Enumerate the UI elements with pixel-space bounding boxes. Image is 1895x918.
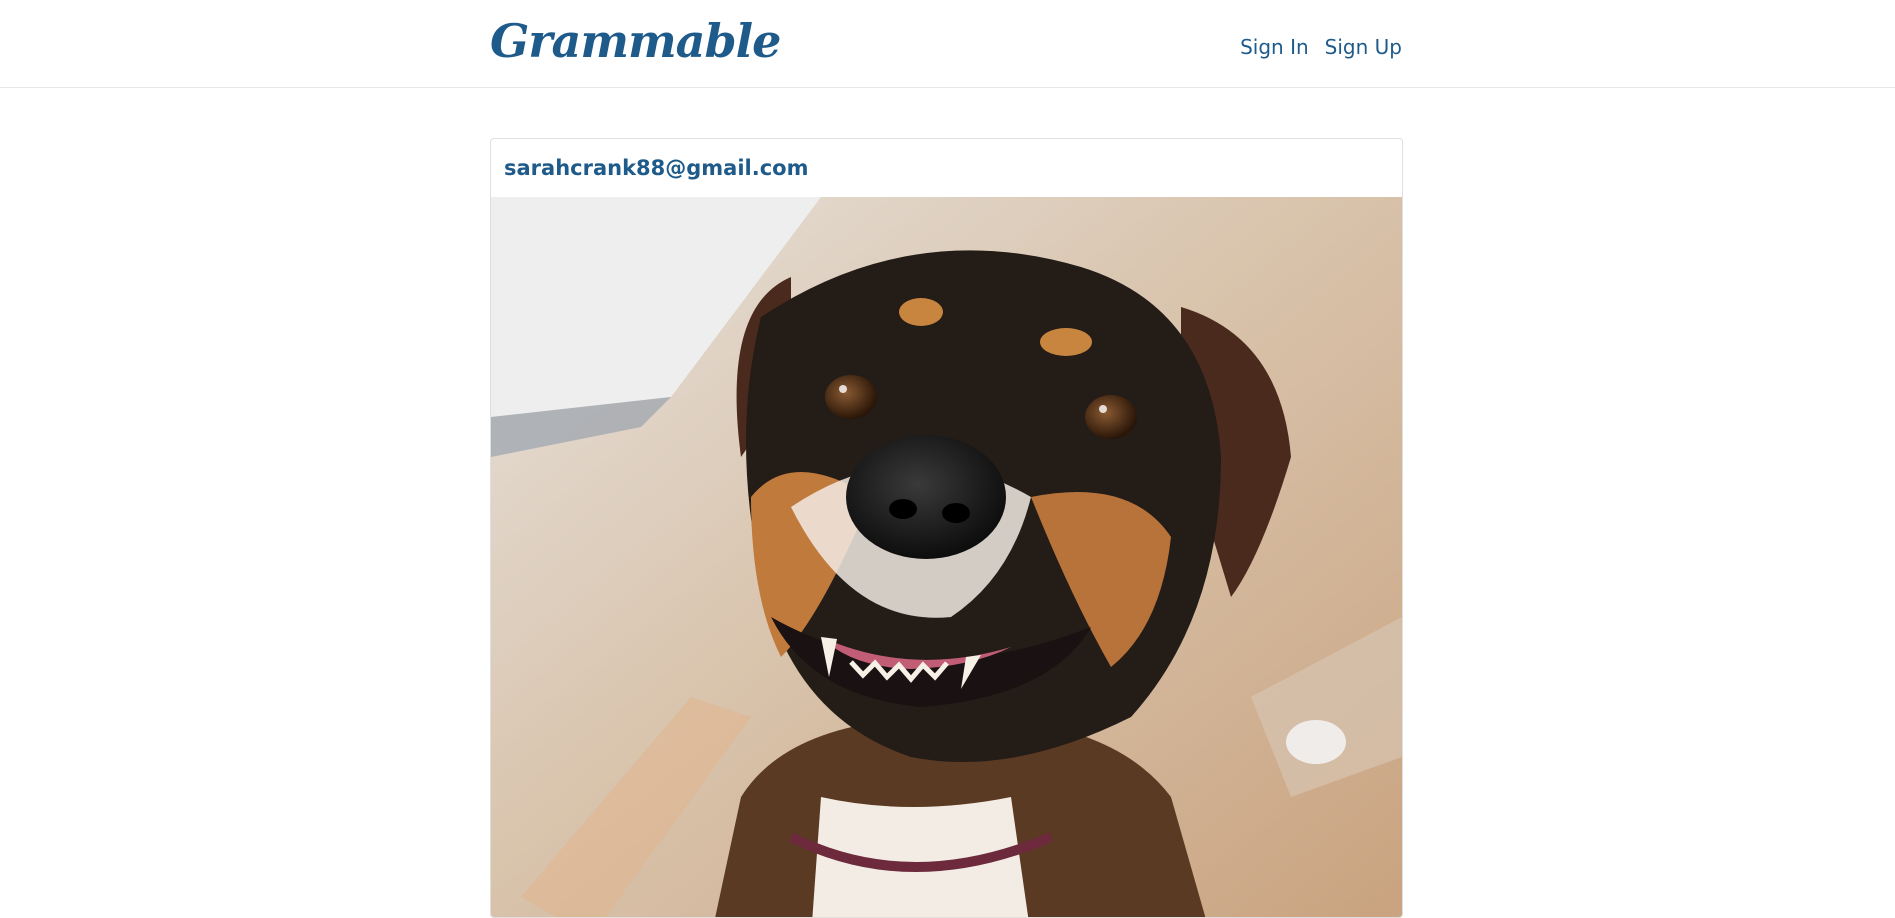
sign-in-link[interactable]: Sign In [1240, 33, 1309, 61]
nav-links: Sign In Sign Up [1240, 33, 1402, 61]
post-header: sarahcrank88@gmail.com [491, 139, 1402, 197]
post-card: sarahcrank88@gmail.com [490, 138, 1403, 918]
post-photo [491, 197, 1402, 917]
sign-up-link[interactable]: Sign Up [1325, 33, 1402, 61]
navbar: Grammable Sign In Sign Up [0, 0, 1895, 88]
brand-logo[interactable]: Grammable [490, 18, 781, 64]
post-author-email[interactable]: sarahcrank88@gmail.com [504, 156, 808, 180]
